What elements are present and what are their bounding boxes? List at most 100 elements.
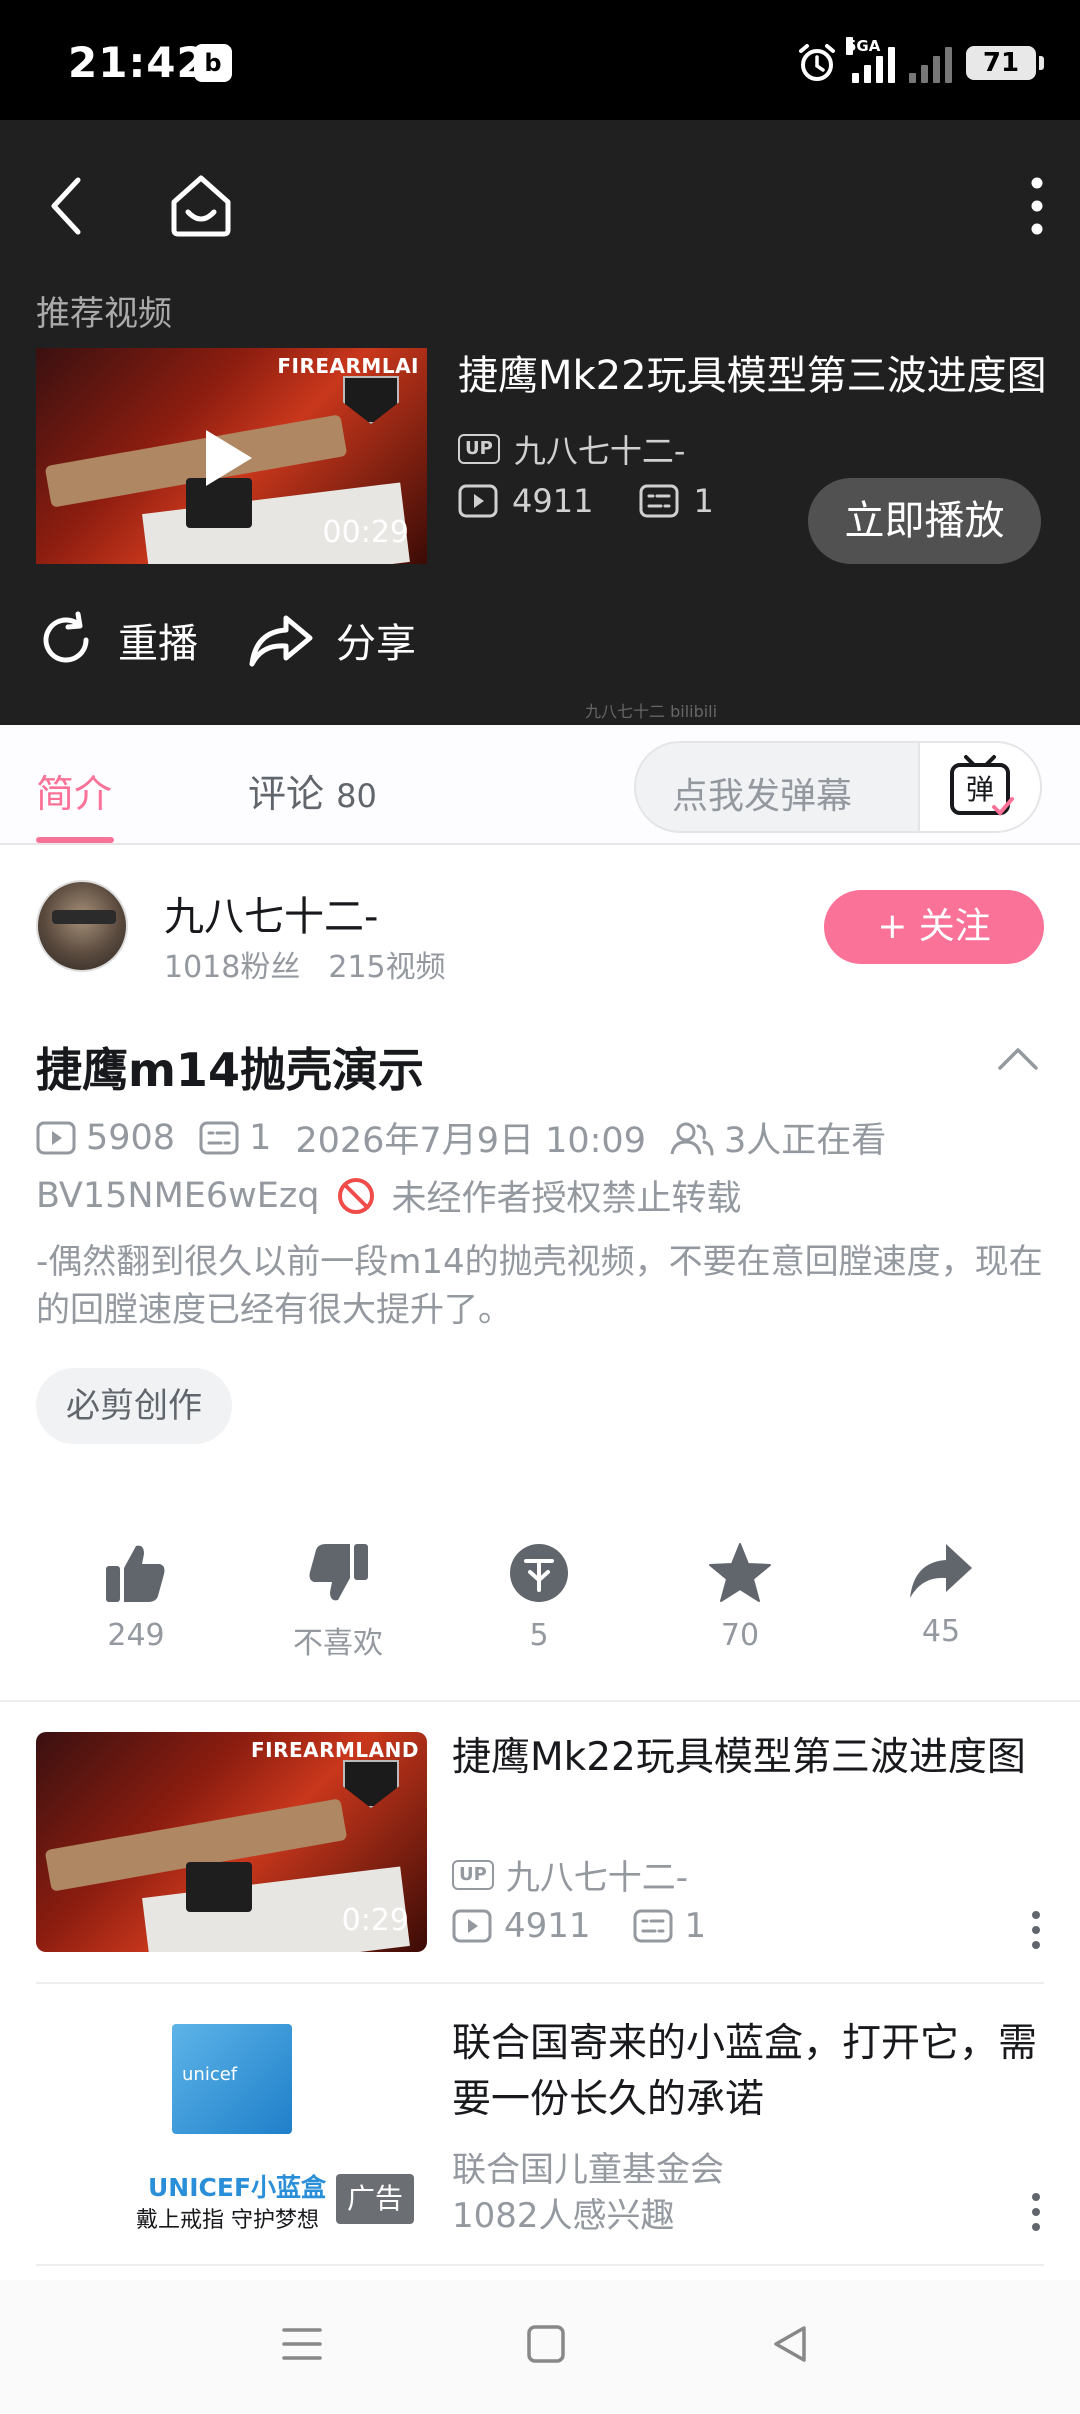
uploader-stats: 1018粉丝 215视频	[164, 942, 446, 986]
video-description: -偶然翻到很久以前一段m14的抛壳视频，不要在意回膛速度，现在的回膛速度已经有很…	[36, 1242, 1043, 1330]
danmaku-toggle-button[interactable]: 弹	[918, 743, 1040, 831]
section-divider	[0, 1700, 1080, 1702]
watching-people-icon	[670, 1122, 714, 1155]
recommended-title[interactable]: 捷鹰Mk22玩具模型第三波进度图	[458, 344, 1048, 408]
related-uploader-row: UP 九八七十二-	[452, 1850, 688, 1899]
home-icon[interactable]	[166, 172, 236, 242]
up-badge-icon: UP	[458, 434, 500, 464]
related-stats-row: 4911 1	[452, 1906, 706, 1946]
recommended-uploader: 九八七十二-	[513, 432, 686, 470]
share-count: 45	[921, 1614, 961, 1649]
share-end-button[interactable]: 分享	[248, 610, 416, 670]
recommended-stats-row: 4911 1	[458, 482, 714, 520]
status-bar: 21:42 b 5GA 71	[0, 0, 1080, 120]
ad-badge: 广告	[336, 2174, 414, 2224]
play-now-button[interactable]: 立即播放	[808, 478, 1041, 564]
uploader-fans: 1018粉丝	[164, 950, 301, 985]
ad-image-line1: UNICEF小蓝盒	[148, 2173, 327, 2202]
forbidden-icon	[337, 1177, 374, 1214]
thumbs-down-icon	[309, 1544, 368, 1601]
danmaku-input[interactable]: 点我发弹幕 弹	[634, 741, 1042, 833]
recommend-label: 推荐视频	[36, 294, 172, 334]
danmaku-placeholder: 点我发弹幕	[672, 776, 853, 817]
list-divider	[36, 1982, 1044, 1984]
recommended-thumbnail[interactable]: FIREARMLAI 00:29	[36, 348, 427, 564]
uploader-videos: 215视频	[328, 950, 446, 985]
avatar[interactable]	[36, 880, 128, 972]
play-count-icon	[36, 1121, 76, 1154]
dislike-button[interactable]: 不喜欢	[258, 1542, 418, 1662]
battery-icon: 71	[966, 46, 1044, 80]
danmaku-toggle-text: 弹	[966, 773, 994, 806]
video-date: 2026年7月9日 10:09	[295, 1121, 646, 1161]
tab-comments-count: 80	[336, 777, 377, 815]
recommended-uploader-row: UP 九八七十二-	[458, 426, 685, 472]
coin-count: 5	[529, 1618, 549, 1653]
ad-image-line2: 戴上戒指 守护梦想	[136, 2208, 319, 2233]
thumb-brand: FIREARMLAI	[277, 354, 419, 378]
replay-label: 重播	[118, 621, 198, 667]
status-time: 21:42	[68, 38, 207, 87]
signal-sim2-icon	[909, 43, 952, 83]
content-tabs: 简介 评论 80 点我发弹幕 弹	[0, 725, 1080, 845]
follow-button[interactable]: + 关注	[824, 890, 1044, 964]
video-action-bar: 249 不喜欢 5 70 45	[0, 1542, 1080, 1672]
dislike-label: 不喜欢	[293, 1626, 383, 1661]
coin-button[interactable]: 5	[459, 1542, 619, 1653]
related-views: 4911	[504, 1906, 591, 1946]
recent-apps-icon[interactable]	[280, 2324, 324, 2368]
thumbs-up-icon	[106, 1545, 165, 1602]
uploader-name[interactable]: 九八七十二-	[164, 884, 378, 942]
alarm-icon	[799, 44, 835, 81]
tab-comments[interactable]: 评论 80	[248, 763, 377, 818]
ad-image[interactable]: unicef UNICEF小蓝盒 戴上戒指 守护梦想 广告	[36, 2012, 427, 2233]
favorite-button[interactable]: 70	[660, 1542, 820, 1653]
related-title[interactable]: 捷鹰Mk22玩具模型第三波进度图	[452, 1730, 1052, 1786]
collapse-chevron-icon[interactable]	[996, 1046, 1040, 1076]
back-icon[interactable]	[46, 174, 86, 242]
share-icon	[249, 615, 313, 667]
more-options-icon[interactable]	[1030, 176, 1044, 240]
star-icon	[709, 1543, 771, 1602]
video-end-panel: 推荐视频 FIREARMLAI 00:29 捷鹰Mk22玩具模型第三波进度图 U…	[0, 120, 1080, 725]
brand-shield-icon	[343, 1760, 399, 1808]
blue-box-image: unicef	[172, 2024, 292, 2134]
related-uploader: 九八七十二-	[505, 1858, 689, 1898]
tab-comments-label: 评论	[248, 772, 325, 816]
brand-shield-icon	[343, 376, 399, 424]
list-divider	[36, 2264, 1044, 2266]
nav-back-icon[interactable]	[770, 2324, 810, 2368]
ad-interest: 1082人感兴趣	[452, 2196, 675, 2236]
up-badge-icon: UP	[452, 1859, 494, 1890]
share-button[interactable]: 45	[861, 1542, 1021, 1649]
play-count-icon	[458, 484, 498, 518]
network-label: 5GA	[846, 37, 881, 55]
danmaku-count-icon	[633, 1909, 673, 1943]
play-count-icon	[452, 1909, 492, 1943]
bvid-row: BV15NME6wEzq 未经作者授权禁止转载	[36, 1170, 742, 1221]
like-button[interactable]: 249	[56, 1542, 216, 1653]
video-watching: 3人正在看	[723, 1121, 887, 1161]
video-duration: 00:29	[322, 515, 409, 550]
player-watermark: 九八七十二 bilibili	[585, 702, 718, 721]
related-thumbnail[interactable]: FIREARMLAND 0:29	[36, 1732, 427, 1952]
replay-icon	[43, 611, 89, 663]
related-more-icon[interactable]	[1030, 1910, 1042, 1954]
danmaku-count-icon	[639, 484, 679, 518]
danmaku-count-icon	[199, 1121, 239, 1154]
video-tag[interactable]: 必剪创作	[36, 1368, 232, 1444]
thumb-brand: FIREARMLAND	[250, 1738, 419, 1762]
ad-title[interactable]: 联合国寄来的小蓝盒，打开它，需要一份长久的承诺	[452, 2016, 1052, 2128]
nav-home-icon[interactable]	[526, 2324, 566, 2368]
ad-more-icon[interactable]	[1030, 2192, 1042, 2236]
video-danmaku: 1	[249, 1117, 272, 1158]
video-bvid[interactable]: BV15NME6wEzq	[36, 1176, 320, 1216]
video-duration: 0:29	[341, 1903, 409, 1938]
tab-intro[interactable]: 简介	[36, 763, 112, 818]
replay-button[interactable]: 重播	[36, 610, 198, 670]
ad-source: 联合国儿童基金会	[452, 2150, 724, 2190]
recommended-danmaku: 1	[693, 482, 714, 520]
no-repost-notice: 未经作者授权禁止转载	[391, 1179, 742, 1219]
coin-icon	[510, 1544, 568, 1602]
video-title: 捷鹰m14抛壳演示	[36, 1043, 424, 1097]
